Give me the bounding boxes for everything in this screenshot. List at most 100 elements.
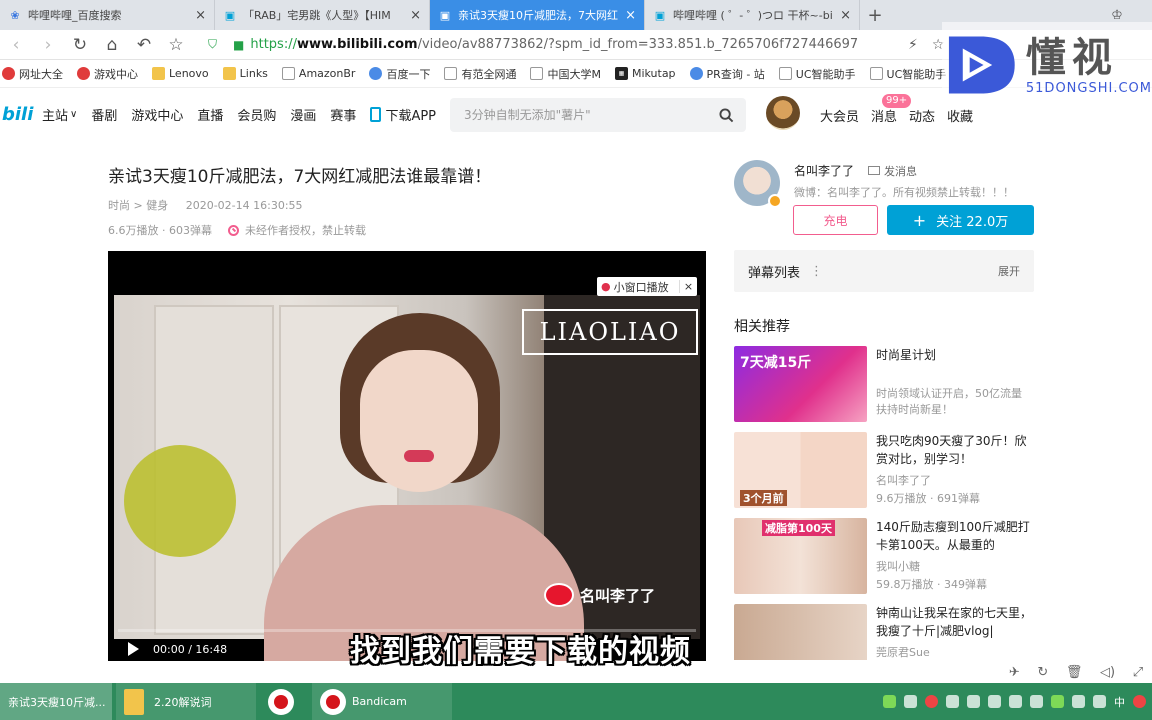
recommend-thumbnail[interactable]: 减脂第100天 xyxy=(734,518,867,594)
uploader-name[interactable]: 名叫李了了 xyxy=(794,162,854,179)
nav-manga[interactable]: 漫画 xyxy=(290,105,316,124)
recommend-item-title[interactable]: 钟南山让我呆在家的七天里，我瘦了十斤|减肥vlog| xyxy=(876,604,1034,640)
recommend-item[interactable]: 7天减15斤 时尚星计划 时尚领域认证开启，50亿流量扶持时尚新星！ xyxy=(734,346,1034,424)
record-tray-icon[interactable] xyxy=(925,695,938,708)
nav-main[interactable]: 主站 ∨ xyxy=(42,105,77,124)
nav-download-app[interactable]: 下载APP xyxy=(370,105,436,124)
person-icon[interactable] xyxy=(988,695,1001,708)
bookmark-item[interactable]: 网址大全 xyxy=(2,66,63,82)
nav-shop[interactable]: 会员购 xyxy=(237,105,276,124)
nav-bangumi[interactable]: 番剧 xyxy=(91,105,117,124)
vip-link[interactable]: 大会员 xyxy=(820,106,859,125)
close-icon[interactable]: × xyxy=(625,8,636,23)
recommend-item[interactable]: 3个月前 我只吃肉90天瘦了30斤！欣赏对比，别学习！ 名叫李了了 9.6万播放… xyxy=(734,432,1034,510)
recommend-item-title[interactable]: 140斤励志瘦到100斤减肥打卡第100天。从最重的 xyxy=(876,518,1036,554)
nav-live[interactable]: 直播 xyxy=(197,105,223,124)
sogou-icon[interactable] xyxy=(1133,695,1146,708)
bookmark-item[interactable]: 游戏中心 xyxy=(77,66,138,82)
home-button[interactable]: ⌂ xyxy=(96,35,128,55)
more-icon[interactable]: ⋮ xyxy=(810,264,823,279)
bookmark-item[interactable]: Links xyxy=(222,67,268,80)
video-player[interactable]: LIAOLIAO ● 小窗口播放 × 名叫李了了 00:00 / 16:48 xyxy=(108,251,706,661)
close-icon[interactable]: × xyxy=(195,8,206,23)
bookmark-item[interactable]: 中国大学M xyxy=(530,66,601,82)
search-icon[interactable] xyxy=(706,107,746,123)
url-field[interactable]: ⛉ ■ https:// www.bilibili.com /video/av8… xyxy=(198,37,898,52)
bookmark-item[interactable]: PR查询 - 站 xyxy=(689,66,765,82)
recommend-item-title[interactable]: 我只吃肉90天瘦了30斤！欣赏对比，别学习！ xyxy=(876,432,1036,468)
bookmark-item[interactable]: Lenovo xyxy=(152,67,209,80)
mini-window-button[interactable]: ● 小窗口播放 × xyxy=(597,277,697,296)
video-date: 2020-02-14 16:30:55 xyxy=(185,199,303,212)
recommend-thumbnail[interactable]: 7天减15斤 xyxy=(734,346,867,422)
bookmark-item[interactable]: UC智能助手 xyxy=(778,66,856,82)
bookmark-item[interactable]: 有范全网通 xyxy=(444,66,516,82)
cube-icon[interactable] xyxy=(904,695,917,708)
video-category[interactable]: 时尚 > 健身 xyxy=(108,199,168,212)
network-icon[interactable] xyxy=(1072,695,1085,708)
follow-button[interactable]: + 关注 22.0万 xyxy=(887,205,1034,235)
recommend-item-author[interactable]: 莞原君Sue xyxy=(876,644,930,660)
recommend-item[interactable]: 减脂第100天 140斤励志瘦到100斤减肥打卡第100天。从最重的 我叫小糖 … xyxy=(734,518,1034,596)
volume-icon[interactable] xyxy=(1093,695,1106,708)
rocket-icon[interactable]: ✈ xyxy=(1009,665,1020,680)
danmaku-list-panel[interactable]: 弹幕列表 ⋮ 展开 xyxy=(734,250,1034,292)
undo-icon[interactable]: ↶ xyxy=(128,35,160,55)
back-button[interactable]: ‹ xyxy=(0,35,32,55)
favorite-link[interactable]: 收藏 xyxy=(947,106,973,125)
nav-match[interactable]: 赛事 xyxy=(330,105,356,124)
expand-button[interactable]: 展开 xyxy=(998,263,1020,279)
trash-icon[interactable]: 🗑 xyxy=(1066,665,1083,680)
refresh-icon[interactable]: ↻ xyxy=(1037,665,1048,680)
taskbar-recorder[interactable] xyxy=(260,683,308,720)
display-icon[interactable] xyxy=(967,695,980,708)
ime-indicator[interactable]: 中 xyxy=(1114,694,1125,710)
site-nav: 主站 ∨ 番剧 游戏中心 直播 会员购 漫画 赛事 下载APP xyxy=(34,105,450,124)
tab-3[interactable]: ▣ 哔哩哔哩 ( ゜- ゜)つロ 干杯~-bi × xyxy=(645,0,860,30)
recommend-thumbnail[interactable]: 3个月前 xyxy=(734,432,867,508)
recommend-item-author[interactable]: 我叫小糖 xyxy=(876,558,920,574)
bilibili-logo[interactable]: bili xyxy=(2,104,34,125)
wechat-icon[interactable] xyxy=(883,695,896,708)
recommend-item[interactable]: 钟南山让我呆在家的七天里，我瘦了十斤|减肥vlog| 莞原君Sue xyxy=(734,604,1034,660)
bookmark-item[interactable]: 百度一下 xyxy=(369,66,430,82)
close-icon[interactable]: × xyxy=(679,280,697,293)
recommend-item-title[interactable]: 时尚星计划 xyxy=(876,346,1036,364)
tab-0[interactable]: ❀ 哔哩哔哩_百度搜索 × xyxy=(0,0,215,30)
shield-icon[interactable] xyxy=(1009,695,1022,708)
bookmark-item[interactable]: ▦ Mikutap xyxy=(614,67,676,80)
tab-2[interactable]: ▣ 亲试3天瘦10斤减肥法，7大网红 × xyxy=(430,0,645,30)
tab-1[interactable]: ▣ 「RAB」宅男跳《人型》【HIM × xyxy=(215,0,430,30)
search-input[interactable] xyxy=(450,108,706,122)
bookmark-item[interactable]: UC智能助手 xyxy=(869,66,946,82)
close-icon[interactable]: × xyxy=(840,8,851,23)
window-icon[interactable] xyxy=(946,695,959,708)
new-tab-button[interactable]: + xyxy=(860,0,890,30)
charge-button[interactable]: 充电 xyxy=(793,205,878,235)
battery-icon[interactable] xyxy=(1051,695,1064,708)
uploader-avatar[interactable] xyxy=(734,160,782,208)
star-icon[interactable]: ☆ xyxy=(160,35,192,55)
speaker-icon[interactable]: ◁) xyxy=(1100,665,1115,680)
close-icon[interactable]: × xyxy=(410,8,421,23)
taskbar-folder[interactable]: 2.20解说词 xyxy=(116,683,256,720)
lightning-icon[interactable]: ⚡ xyxy=(908,37,918,53)
dynamic-link[interactable]: 动态 xyxy=(909,106,935,125)
speaker-icon[interactable] xyxy=(1030,695,1043,708)
send-message-link[interactable]: 发消息 xyxy=(868,163,917,179)
fullscreen-icon[interactable]: ⤢ xyxy=(1133,665,1143,680)
forward-button[interactable]: › xyxy=(32,35,64,55)
user-avatar[interactable] xyxy=(766,96,800,130)
play-icon[interactable] xyxy=(128,642,139,656)
recommend-thumbnail[interactable] xyxy=(734,604,867,660)
taskbar-bandicam[interactable]: Bandicam xyxy=(312,683,452,720)
message-link[interactable]: 消息 xyxy=(871,106,897,125)
recommend-item-author[interactable]: 名叫李了了 xyxy=(876,472,931,488)
taskbar-browser[interactable]: 亲试3天瘦10斤减... xyxy=(0,683,112,720)
reload-button[interactable]: ↻ xyxy=(64,35,96,55)
subtitle-caption: 找到我们需要下载的视频 xyxy=(350,634,691,669)
bookmark-item[interactable]: AmazonBr xyxy=(281,67,355,80)
paw-icon xyxy=(369,67,383,80)
nav-game[interactable]: 游戏中心 xyxy=(131,105,183,124)
url-path: /video/av88773862/?spm_id_from=333.851.b… xyxy=(417,37,859,52)
